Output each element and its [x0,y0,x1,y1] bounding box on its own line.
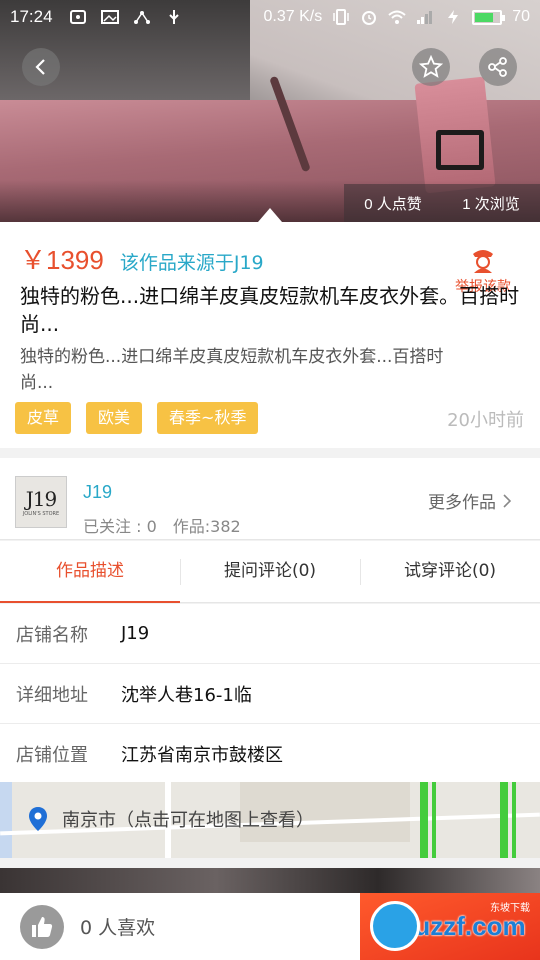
tab-description[interactable]: 作品描述 [0,541,180,603]
detail-label: 店铺名称 [16,624,88,646]
view-count-stat: 1 次浏览 [462,195,520,213]
hero-buckle [436,130,484,170]
product-subtitle: 独特的粉色...进口绵羊皮真皮短款机车皮衣外套...百搭时尚... [20,347,444,393]
back-button[interactable] [22,48,60,86]
thumbs-up-icon [32,916,53,937]
tag-item[interactable]: 欧美 [86,402,143,434]
store-card[interactable]: J19 JOLIN'S STORE J19 已关注 : 0 作品:382 更多作… [0,458,540,540]
map-road [420,782,428,858]
detail-label: 店铺位置 [16,744,88,766]
alarm-icon [362,11,377,25]
detail-value: J19 [121,623,150,644]
store-meta: 已关注 : 0 作品:382 [83,513,241,537]
like-count: 0 人喜欢 [80,917,156,939]
map-road [512,782,516,858]
product-hero-image[interactable]: 17:24 0.37 K/s 70 0 人点赞 1 次浏览 [0,0,540,222]
map-label-text: 南京市（点击可在地图上查看） [62,810,314,831]
product-price: ￥1399 [20,245,104,275]
tab-tryon-reviews[interactable]: 试穿评论(0) [360,541,540,602]
price-row: ￥1399 该作品来源于J19 [20,240,264,277]
tag-list: 皮草 欧美 春季~秋季 [15,402,259,434]
detail-row-address: 详细地址 沈举人巷16-1临 [0,664,540,724]
tag-item[interactable]: 春季~秋季 [157,402,259,434]
hero-notch [258,208,282,222]
star-icon [419,55,443,78]
hero-stats: 0 人点赞 1 次浏览 [344,184,540,222]
bottom-bar: 0 人喜欢 uzzf.com 东坡下载 [0,893,540,960]
notification-icon [69,10,86,24]
product-info: ￥1399 该作品来源于J19 举报该款 独特的粉色...进口绵羊皮真皮短款机车… [0,222,540,448]
product-title: 独特的粉色...进口绵羊皮真皮短款机车皮衣外套。百搭时尚... [20,284,520,336]
share-icon [488,57,507,77]
detail-value: 沈举人巷16-1临 [121,684,252,706]
vibrate-icon [333,9,349,25]
post-time: 20小时前 [447,410,524,431]
signal-icon [417,11,433,24]
police-icon [473,250,493,273]
like-button[interactable] [20,904,64,949]
detail-row-store-name: 店铺名称 J19 [0,604,540,664]
watermark-logo: uzzf.com 东坡下载 [360,893,540,960]
usb-icon [168,10,179,24]
location-pin-icon [29,807,47,831]
net-speed: 0.37 K/s [263,8,323,25]
like-count-stat: 0 人点赞 [364,195,422,213]
image-icon [100,10,119,24]
map-label[interactable]: 南京市（点击可在地图上查看） [28,806,314,832]
favorite-button[interactable] [412,48,450,86]
chevron-right-icon [503,493,512,508]
map-road [432,782,436,858]
tab-questions[interactable]: 提问评论(0) [180,541,360,602]
share-status-icon [133,11,150,24]
map-water [0,782,12,858]
section-divider [0,858,540,868]
content-tabs: 作品描述 提问评论(0) 试穿评论(0) [0,541,540,603]
share-button[interactable] [479,48,517,86]
watermark-text: uzzf.com [414,911,526,941]
map-preview[interactable]: 南京市（点击可在地图上查看） [0,782,540,858]
store-works-count: 作品:382 [172,517,241,536]
status-bar: 17:24 0.37 K/s 70 [0,0,540,34]
status-time: 17:24 [10,7,53,26]
watermark-small: 东坡下载 [490,903,530,914]
product-source[interactable]: 该作品来源于J19 [120,248,264,275]
store-details: 店铺名称 J19 详细地址 沈举人巷16-1临 店铺位置 江苏省南京市鼓楼区 [0,604,540,784]
watermark-badge [370,901,420,951]
store-followers: 已关注 : 0 [83,517,157,536]
tag-item[interactable]: 皮草 [15,402,72,434]
detail-value: 江苏省南京市鼓楼区 [121,744,283,766]
battery-icon [472,9,506,25]
store-logo-mark: J19 [25,487,57,511]
more-works-link[interactable]: 更多作品 [428,488,512,513]
store-logo-sub: JOLIN'S STORE [22,511,60,517]
detail-row-location: 店铺位置 江苏省南京市鼓楼区 [0,724,540,784]
wifi-icon [388,10,406,24]
store-logo[interactable]: J19 JOLIN'S STORE [15,476,67,528]
charging-icon [448,10,459,24]
map-road [500,782,508,858]
detail-label: 详细地址 [16,684,88,706]
more-works-label: 更多作品 [428,493,496,513]
store-name[interactable]: J19 [83,482,112,503]
chevron-left-icon [35,59,45,75]
battery-level: 70 [512,8,530,25]
